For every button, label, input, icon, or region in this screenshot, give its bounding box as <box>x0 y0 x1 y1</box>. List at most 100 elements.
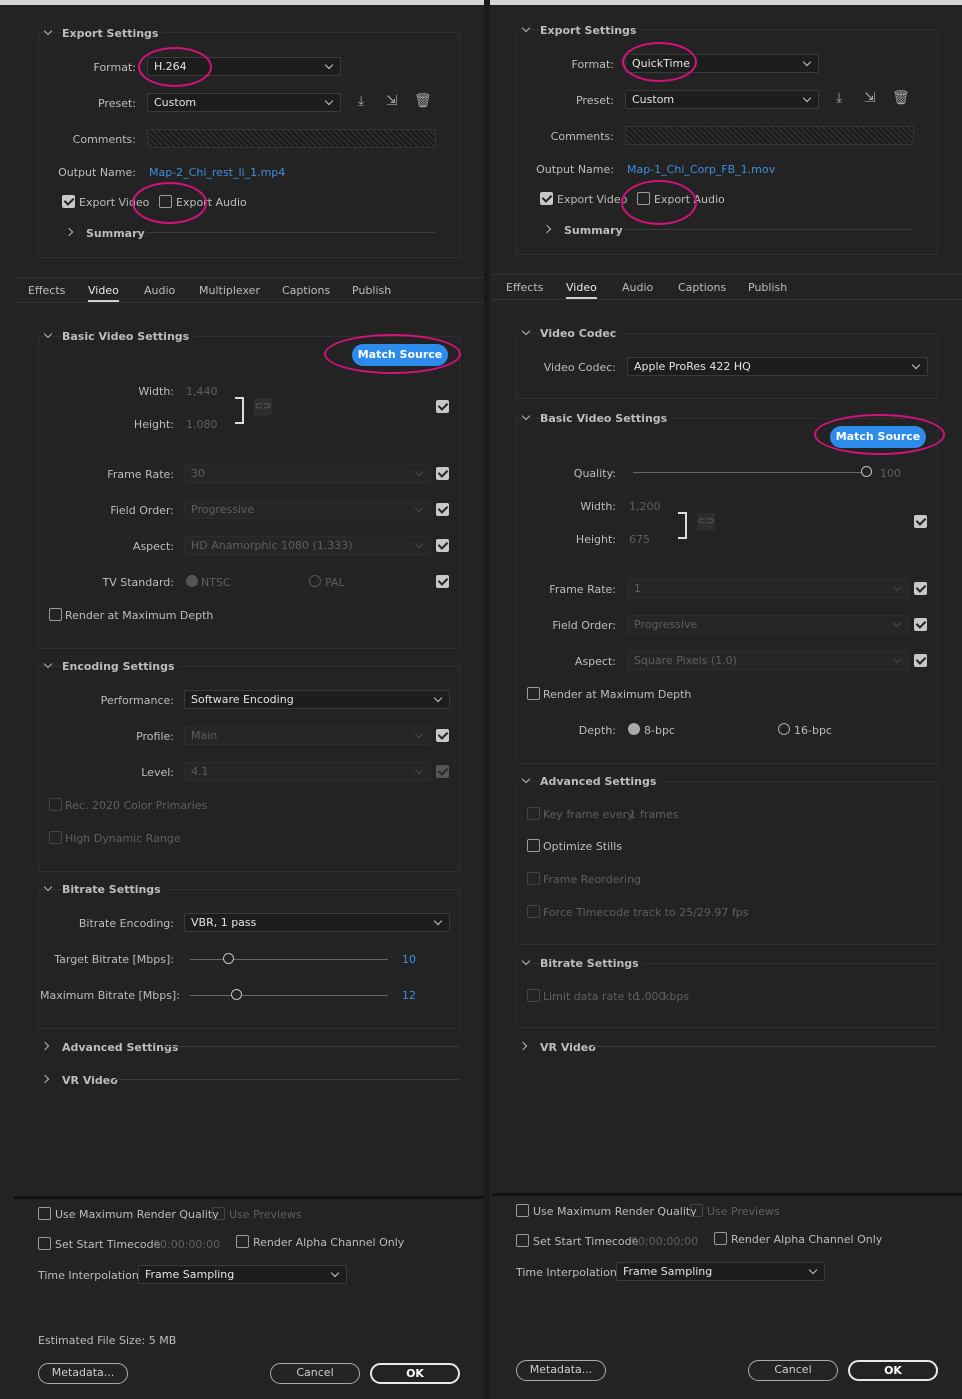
output-name-link[interactable]: Map-1_Chi_Corp_FB_1.mov <box>627 163 775 176</box>
chevron-right-icon[interactable] <box>40 1041 50 1051</box>
frame-rate-dropdown[interactable]: 30 <box>184 464 431 483</box>
limit-data-rate-value[interactable]: 1,000 <box>634 990 666 1003</box>
profile-match-checkbox[interactable] <box>436 729 449 742</box>
rec2020-checkbox[interactable] <box>49 798 62 811</box>
tab-video[interactable]: Video <box>88 284 119 302</box>
import-preset-icon[interactable]: ⇲ <box>864 90 876 106</box>
field-order-dropdown[interactable]: Progressive <box>627 615 909 634</box>
max-bitrate-slider[interactable] <box>231 989 242 1000</box>
width-height-match-checkbox[interactable] <box>914 515 927 528</box>
time-interp-dropdown[interactable]: Frame Sampling <box>616 1262 825 1281</box>
delete-preset-icon[interactable]: 🗑 <box>892 90 910 106</box>
tab-effects[interactable]: Effects <box>28 284 65 297</box>
time-interp-dropdown[interactable]: Frame Sampling <box>138 1265 347 1284</box>
export-video-checkbox[interactable] <box>540 192 553 205</box>
summary-label[interactable]: Summary <box>86 227 145 240</box>
preset-dropdown[interactable]: Custom <box>625 90 819 109</box>
keyframe-value[interactable]: 1 <box>629 808 636 821</box>
render-alpha-checkbox[interactable] <box>236 1235 249 1248</box>
ok-button[interactable]: OK <box>370 1363 460 1384</box>
depth-8bpc-radio[interactable] <box>628 723 640 735</box>
frame-reordering-checkbox[interactable] <box>527 872 540 885</box>
frame-rate-dropdown[interactable]: 1 <box>627 579 909 598</box>
profile-dropdown[interactable]: Main <box>184 726 431 745</box>
aspect-dropdown[interactable]: Square Pixels (1.0) <box>627 651 909 670</box>
frame-rate-match-checkbox[interactable] <box>436 467 449 480</box>
export-video-checkbox[interactable] <box>62 195 75 208</box>
delete-preset-icon[interactable]: 🗑 <box>414 93 432 109</box>
tab-captions[interactable]: Captions <box>678 281 726 294</box>
field-order-match-checkbox[interactable] <box>436 503 449 516</box>
tab-effects[interactable]: Effects <box>506 281 543 294</box>
save-preset-icon[interactable]: ⤓ <box>836 90 842 106</box>
frame-rate-match-checkbox[interactable] <box>914 582 927 595</box>
chevron-right-icon[interactable] <box>518 1041 528 1051</box>
quality-track[interactable] <box>633 472 866 473</box>
output-name-link[interactable]: Map-2_Chi_rest_li_1.mp4 <box>149 166 285 179</box>
max-bitrate-value[interactable]: 12 <box>402 989 416 1002</box>
video-codec-dropdown[interactable]: Apple ProRes 422 HQ <box>627 357 928 376</box>
level-dropdown[interactable]: 4.1 <box>184 762 431 781</box>
import-preset-icon[interactable]: ⇲ <box>386 93 398 109</box>
save-preset-icon[interactable]: ⤓ <box>358 93 364 109</box>
target-bitrate-track[interactable] <box>190 959 388 960</box>
use-previews-checkbox[interactable] <box>690 1204 703 1217</box>
performance-dropdown[interactable]: Software Encoding <box>184 690 450 709</box>
quality-value[interactable]: 100 <box>880 467 901 480</box>
quality-slider[interactable] <box>861 466 872 477</box>
comments-field[interactable] <box>147 129 436 148</box>
depth-16bpc-radio[interactable] <box>778 723 790 735</box>
use-max-quality-checkbox[interactable] <box>38 1207 51 1220</box>
cancel-button[interactable]: Cancel <box>748 1360 838 1381</box>
tab-captions[interactable]: Captions <box>282 284 330 297</box>
set-start-tc-checkbox[interactable] <box>516 1234 529 1247</box>
metadata-button[interactable]: Metadata... <box>516 1360 606 1381</box>
chevron-right-icon[interactable] <box>40 1074 50 1084</box>
use-max-quality-checkbox[interactable] <box>516 1204 529 1217</box>
vr-video-header[interactable]: VR Video <box>540 1041 596 1054</box>
vr-video-header[interactable]: VR Video <box>62 1074 118 1087</box>
tab-audio[interactable]: Audio <box>622 281 653 294</box>
aspect-dropdown[interactable]: HD Anamorphic 1080 (1.333) <box>184 536 431 555</box>
aspect-match-checkbox[interactable] <box>436 539 449 552</box>
set-start-tc-checkbox[interactable] <box>38 1237 51 1250</box>
tab-video[interactable]: Video <box>566 281 597 299</box>
bitrate-encoding-dropdown[interactable]: VBR, 1 pass <box>184 913 450 932</box>
comments-field[interactable] <box>625 126 914 145</box>
pal-radio[interactable] <box>309 575 321 587</box>
cancel-button[interactable]: Cancel <box>270 1363 360 1384</box>
advanced-settings-header[interactable]: Advanced Settings <box>62 1041 178 1054</box>
start-tc-value[interactable]: 00:00:00:00 <box>153 1238 220 1251</box>
height-value[interactable]: 1,080 <box>186 418 218 431</box>
field-order-match-checkbox[interactable] <box>914 618 927 631</box>
tab-multiplexer[interactable]: Multiplexer <box>199 284 260 297</box>
max-bitrate-track[interactable] <box>190 995 388 996</box>
tv-standard-match-checkbox[interactable] <box>436 575 449 588</box>
limit-data-rate-checkbox[interactable] <box>527 989 540 1002</box>
render-max-depth-checkbox[interactable] <box>527 687 540 700</box>
link-icon[interactable]: ⊂⊃ <box>697 513 715 531</box>
level-match-checkbox[interactable] <box>436 765 449 778</box>
aspect-match-checkbox[interactable] <box>914 654 927 667</box>
keyframe-checkbox[interactable] <box>527 807 540 820</box>
summary-label[interactable]: Summary <box>564 224 623 237</box>
link-icon[interactable]: ⊂⊃ <box>254 398 272 416</box>
target-bitrate-value[interactable]: 10 <box>402 953 416 966</box>
render-alpha-checkbox[interactable] <box>714 1232 727 1245</box>
target-bitrate-slider[interactable] <box>223 953 234 964</box>
tab-publish[interactable]: Publish <box>748 281 787 294</box>
ntsc-radio[interactable] <box>186 575 198 587</box>
metadata-button[interactable]: Metadata... <box>38 1363 128 1384</box>
use-previews-checkbox[interactable] <box>212 1207 225 1220</box>
start-tc-value[interactable]: 00;00;00;00 <box>631 1235 698 1248</box>
tab-audio[interactable]: Audio <box>144 284 175 297</box>
ok-button[interactable]: OK <box>848 1360 938 1381</box>
field-order-dropdown[interactable]: Progressive <box>184 500 431 519</box>
force-tc-checkbox[interactable] <box>527 905 540 918</box>
render-max-depth-checkbox[interactable] <box>49 608 62 621</box>
tab-publish[interactable]: Publish <box>352 284 391 297</box>
preset-dropdown[interactable]: Custom <box>147 93 341 112</box>
height-value[interactable]: 675 <box>629 533 650 546</box>
width-height-match-checkbox[interactable] <box>436 400 449 413</box>
hdr-checkbox[interactable] <box>49 831 62 844</box>
